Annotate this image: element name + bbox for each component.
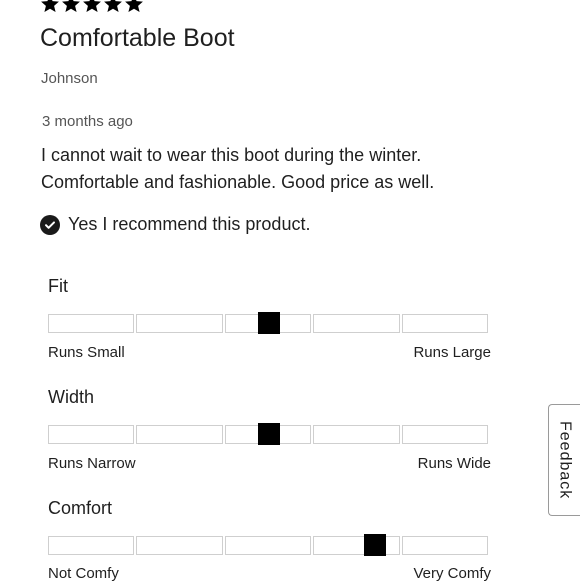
width-max-label: Runs Wide [417,455,491,472]
recommend-statement: Yes I recommend this product. [40,214,310,235]
fit-scale [48,312,490,334]
feedback-tab[interactable]: Feedback [548,404,580,516]
star-icon [83,0,101,13]
review-date: 3 months ago [42,113,133,130]
review-title: Comfortable Boot [40,24,235,52]
feedback-tab-label: Feedback [556,420,574,500]
comfort-max-label: Very Comfy [413,565,491,582]
fit-min-label: Runs Small [48,344,125,361]
comfort-label: Comfort [48,498,113,518]
star-icon [104,0,122,13]
comfort-min-label: Not Comfy [48,565,119,582]
comfort-marker [364,534,386,556]
star-rating [40,0,144,14]
width-marker [258,423,280,445]
review-body: I cannot wait to wear this boot during t… [41,145,435,192]
star-icon [62,0,80,13]
star-icon [41,0,59,13]
fit-marker [258,312,280,334]
star-icon [125,0,143,13]
width-label: Width [48,387,95,407]
comfort-scale-labels: Not Comfy Very Comfy [48,565,491,582]
width-scale [48,423,490,445]
width-scale-labels: Runs Narrow Runs Wide [48,455,491,472]
width-min-label: Runs Narrow [48,455,136,472]
check-circle-icon [40,214,60,235]
fit-scale-labels: Runs Small Runs Large [48,344,491,361]
fit-label: Fit [48,276,68,296]
recommend-text: Yes I recommend this product. [68,214,311,234]
comfort-scale [48,534,490,556]
fit-max-label: Runs Large [413,344,491,361]
review-author: Johnson [41,70,98,87]
